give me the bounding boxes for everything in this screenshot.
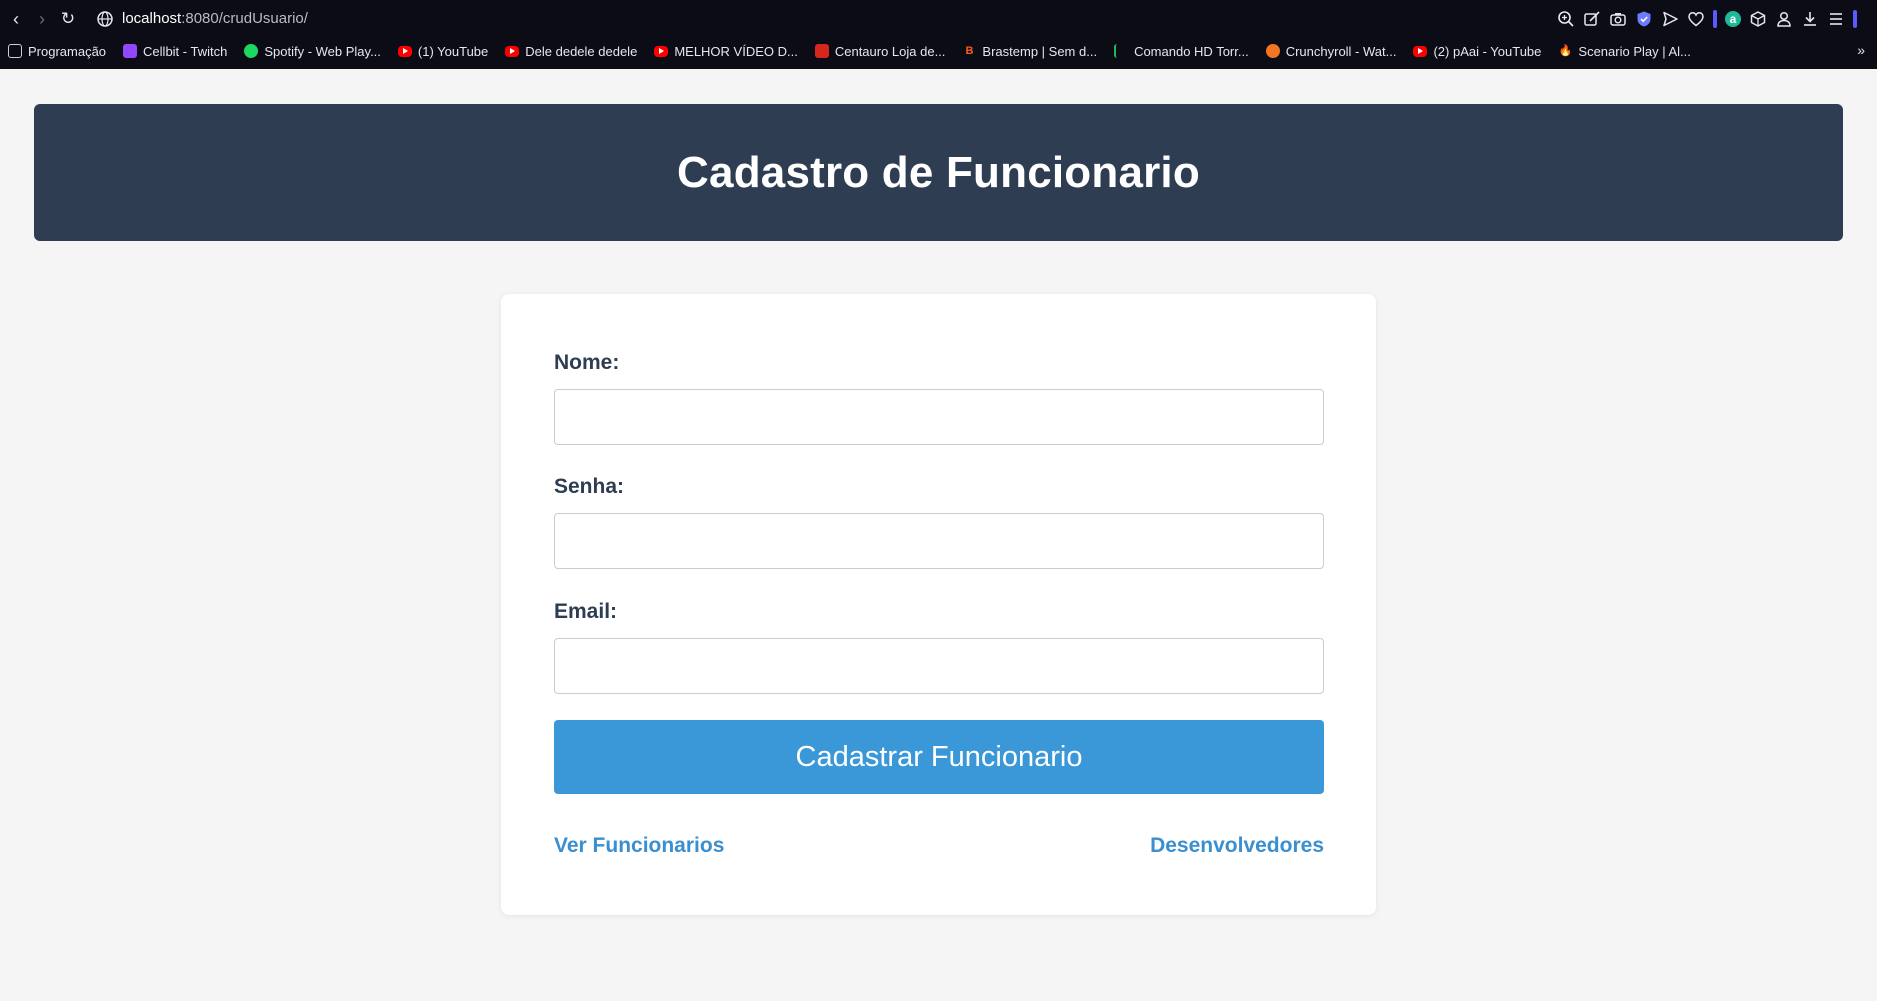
registration-form-card: Nome: Senha: Email: Cadastrar Funcionari… <box>501 294 1376 915</box>
centauro-icon <box>814 44 829 58</box>
chevron-double-right-icon[interactable]: » <box>1857 40 1865 60</box>
desenvolvedores-link[interactable]: Desenvolvedores <box>1150 834 1324 858</box>
cube-icon[interactable] <box>1749 10 1767 28</box>
sidebar-toggle-icon[interactable] <box>1853 10 1857 28</box>
download-icon[interactable] <box>1801 10 1819 28</box>
toolbar-separator <box>1713 10 1717 28</box>
crunchyroll-icon <box>1265 44 1280 58</box>
bookmark-label: (2) pAai - YouTube <box>1433 43 1542 59</box>
ver-funcionarios-link[interactable]: Ver Funcionarios <box>554 834 724 858</box>
folder-icon <box>8 44 22 58</box>
edit-icon[interactable] <box>1583 10 1601 28</box>
bookmark-scenario-play[interactable]: 🔥 Scenario Play | Al... <box>1558 41 1691 61</box>
senha-label: Senha: <box>554 475 625 498</box>
bookmark-label: Spotify - Web Play... <box>264 43 381 59</box>
bookmark-label: Scenario Play | Al... <box>1578 43 1691 59</box>
youtube-icon <box>397 45 412 57</box>
youtube-icon <box>505 45 520 57</box>
send-icon[interactable] <box>1661 10 1679 28</box>
bookmark-label: Crunchyroll - Wat... <box>1285 43 1397 59</box>
nome-label: Nome: <box>554 351 620 374</box>
zoom-icon[interactable] <box>1557 10 1575 28</box>
spotify-icon <box>244 44 259 58</box>
menu-icon[interactable] <box>1827 10 1845 28</box>
back-arrow-icon[interactable]: ‹ <box>6 9 26 29</box>
cadastrar-funcionario-button[interactable]: Cadastrar Funcionario <box>554 720 1324 794</box>
bookmark-comando-hd[interactable]: Comando HD Torr... <box>1114 41 1249 61</box>
browser-chrome: ‹ › ↻ localhost:8080/crudUsuario/ a Prog… <box>0 0 1877 69</box>
address-bar-row: ‹ › ↻ localhost:8080/crudUsuario/ a <box>0 0 1877 38</box>
bookmark-cellbit-twitch[interactable]: Cellbit - Twitch <box>123 41 227 61</box>
globe-icon <box>97 11 113 27</box>
bookmark-melhor-video[interactable]: MELHOR VÍDEO D... <box>654 41 798 61</box>
bookmark-label: Centauro Loja de... <box>834 43 946 59</box>
bookmark-label: Cellbit - Twitch <box>143 43 228 59</box>
brastemp-icon: B <box>965 45 974 57</box>
bookmark-label: (1) YouTube <box>417 43 489 59</box>
bookmark-crunchyroll[interactable]: Crunchyroll - Wat... <box>1265 41 1397 61</box>
twitch-icon <box>123 44 138 58</box>
senha-input[interactable] <box>554 513 1324 569</box>
url-host: localhost <box>122 10 182 27</box>
bookmark-spotify[interactable]: Spotify - Web Play... <box>244 41 381 61</box>
email-label: Email: <box>554 600 618 623</box>
bookmark-paai-youtube[interactable]: (2) pAai - YouTube <box>1413 41 1541 61</box>
bookmark-label: MELHOR VÍDEO D... <box>674 43 798 59</box>
url-field[interactable]: localhost:8080/crudUsuario/ <box>122 10 308 28</box>
extension-icon[interactable]: a <box>1725 11 1741 27</box>
shield-icon[interactable] <box>1635 10 1653 28</box>
bookmark-label: Dele dedele dedele <box>525 43 638 59</box>
url-path: :8080/crudUsuario/ <box>181 10 308 27</box>
bookmark-youtube[interactable]: (1) YouTube <box>397 41 489 61</box>
page-header: Cadastro de Funcionario <box>34 104 1843 241</box>
email-input[interactable] <box>554 638 1324 694</box>
bookmark-programacao[interactable]: Programação <box>8 41 106 61</box>
browser-toolbar: a <box>1557 8 1857 30</box>
youtube-icon <box>1413 45 1428 57</box>
bookmark-label: Comando HD Torr... <box>1134 43 1249 59</box>
bookmark-centauro[interactable]: Centauro Loja de... <box>814 41 946 61</box>
bookmark-brastemp[interactable]: B Brastemp | Sem d... <box>962 41 1097 61</box>
bookmark-dele-dedele[interactable]: Dele dedele dedele <box>505 41 637 61</box>
page-title: Cadastro de Funcionario <box>677 147 1200 197</box>
heart-icon[interactable] <box>1687 10 1705 28</box>
camera-icon[interactable] <box>1609 10 1627 28</box>
youtube-icon <box>654 45 669 57</box>
bookmarks-bar: Programação Cellbit - Twitch Spotify - W… <box>0 40 1877 62</box>
nome-input[interactable] <box>554 389 1324 445</box>
forward-arrow-icon[interactable]: › <box>32 9 52 29</box>
bookmark-label: Programação <box>28 43 107 59</box>
comando-icon <box>1114 44 1128 58</box>
reload-icon[interactable]: ↻ <box>58 9 78 29</box>
profile-icon[interactable] <box>1775 10 1793 28</box>
bookmark-label: Brastemp | Sem d... <box>982 43 1098 59</box>
scenario-icon: 🔥 <box>1558 45 1573 57</box>
